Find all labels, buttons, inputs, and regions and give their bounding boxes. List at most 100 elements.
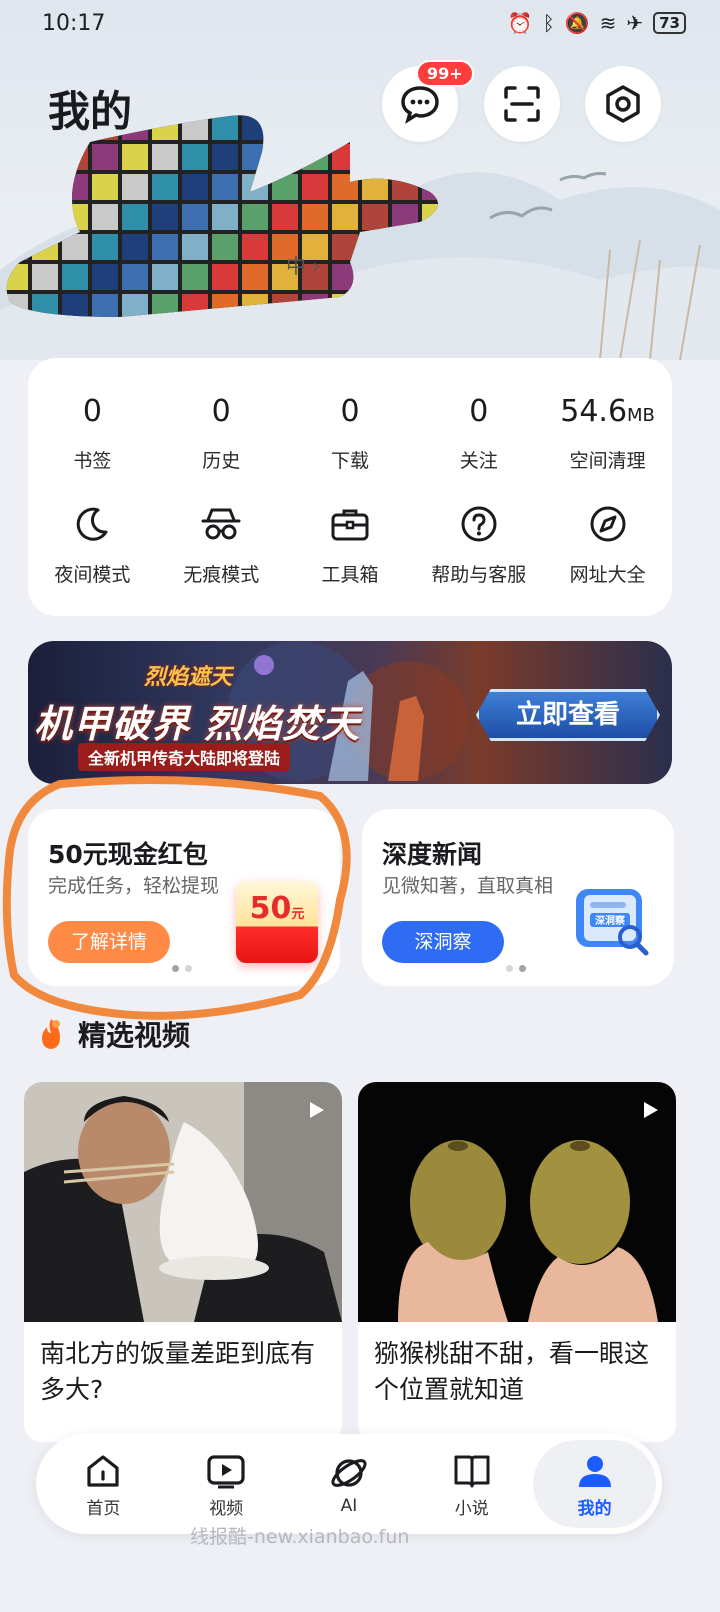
toolbox-icon: [331, 509, 369, 541]
mosaic-tile: [362, 294, 388, 317]
scan-icon: [504, 86, 540, 122]
mosaic-tile: [392, 264, 418, 290]
mosaic-tile: [182, 264, 208, 290]
video-card[interactable]: 南北方的饭量差距到底有多大?: [24, 1082, 342, 1442]
tab-label: 小说: [454, 1498, 489, 1519]
mosaic-tile: [92, 234, 118, 260]
mosaic-tile: [392, 234, 418, 260]
mosaic-tile: [62, 174, 88, 200]
mosaic-tile: [152, 294, 178, 317]
mosaic-tile: [362, 264, 388, 290]
tab-home[interactable]: 首页: [42, 1440, 165, 1528]
stat-label: 下载: [330, 450, 369, 472]
game-ad-banner[interactable]: 烈焰遮天 机甲破界 烈焰焚天 全新机甲传奇大陆即将登陆 立即查看: [28, 641, 672, 784]
mosaic-tile: [452, 114, 460, 140]
banner-subtitle: 全新机甲传奇大陆即将登陆: [78, 743, 291, 771]
airplane-icon: ✈: [626, 11, 644, 35]
svg-text:深洞察: 深洞察: [595, 914, 626, 927]
tool-incognito-mode[interactable]: 无痕模式: [157, 500, 286, 587]
mosaic-tile: [362, 174, 388, 200]
settings-button[interactable]: [585, 66, 661, 142]
mosaic-tile: [32, 174, 58, 200]
mosaic-tile: [122, 144, 148, 170]
mosaic-tile: [302, 174, 328, 200]
mosaic-tile: [272, 204, 298, 230]
mosaic-tile: [92, 204, 118, 230]
mosaic-tile: [212, 264, 238, 290]
mosaic-tile: [212, 115, 238, 140]
red-envelope-amount: 50元: [249, 891, 305, 926]
alarm-icon: ⏰: [507, 11, 533, 35]
stat-label: 关注: [459, 450, 498, 472]
deep-news-card[interactable]: 深度新闻 见微知著，直取真相 深洞察 深洞察: [362, 809, 674, 986]
mosaic-tile: [92, 144, 118, 170]
mosaic-tile: [122, 115, 148, 140]
mosaic-tile: [92, 264, 118, 290]
mosaic-tile: [62, 234, 88, 260]
mosaic-tile: [392, 115, 418, 140]
tool-toolbox[interactable]: 工具箱: [286, 500, 415, 587]
tab-novel[interactable]: 小说: [410, 1440, 533, 1528]
learn-more-button[interactable]: 了解详情: [48, 921, 170, 963]
mosaic-tile: [332, 144, 358, 170]
home-icon: [87, 1454, 119, 1487]
mosaic-tile: [152, 174, 178, 200]
mosaic-tile: [272, 174, 298, 200]
stat-label: 书签: [73, 450, 112, 472]
mosaic-tile: [242, 294, 268, 317]
mosaic-tile: [212, 144, 238, 170]
video-thumbnail: [24, 1082, 342, 1322]
mosaic-tile: [452, 204, 460, 230]
mosaic-tile: [182, 174, 208, 200]
mute-icon: 🔕: [564, 11, 590, 35]
stat-bookmarks[interactable]: 0 书签: [28, 392, 157, 473]
tab-video[interactable]: 视频: [165, 1440, 288, 1528]
flame-icon: [42, 1019, 60, 1049]
scan-button[interactable]: [484, 66, 560, 142]
tool-night-mode[interactable]: 夜间模式: [28, 500, 157, 587]
mosaic-tile: [62, 144, 88, 170]
mosaic-tile: [452, 144, 460, 170]
book-icon: [454, 1455, 490, 1487]
mosaic-tile: [272, 115, 298, 140]
stat-history[interactable]: 0 历史: [157, 392, 286, 473]
moon-icon: [77, 507, 108, 541]
cash-redpacket-card[interactable]: 50元现金红包 完成任务，轻松提现 了解详情 50元: [28, 809, 340, 986]
stat-storage-cleanup[interactable]: 54.6MB 空间清理: [543, 392, 672, 473]
banner-cta-button[interactable]: 立即查看: [476, 689, 660, 741]
profile-subtitle[interactable]: 中 ›: [286, 250, 320, 279]
tool-label: 无痕模式: [183, 564, 260, 586]
stat-following[interactable]: 0 关注: [414, 392, 543, 473]
mosaic-tile: [6, 234, 28, 260]
incognito-icon: [201, 508, 241, 540]
mosaic-tile: [242, 204, 268, 230]
tool-help-support[interactable]: 帮助与客服: [414, 500, 543, 587]
tab-profile[interactable]: 我的: [533, 1440, 656, 1528]
tool-label: 夜间模式: [54, 564, 131, 586]
mosaic-tile: [362, 234, 388, 260]
video-card[interactable]: 猕猴桃甜不甜，看一眼这个位置就知道: [358, 1082, 676, 1442]
stat-value: 0: [469, 394, 489, 429]
mosaic-tile: [32, 234, 58, 260]
bluetooth-icon: ᛒ: [542, 11, 555, 35]
tab-ai[interactable]: AI: [288, 1440, 411, 1528]
tool-web-directory[interactable]: 网址大全: [543, 500, 672, 587]
planet-icon: [331, 1459, 367, 1487]
stat-value: 0: [340, 394, 360, 429]
video-title: 南北方的饭量差距到底有多大?: [40, 1339, 316, 1404]
banner-game-logo: 烈焰遮天: [144, 665, 233, 690]
mosaic-tile: [92, 294, 118, 317]
mosaic-tile: [182, 144, 208, 170]
stat-downloads[interactable]: 0 下载: [286, 392, 415, 473]
mosaic-tile: [62, 204, 88, 230]
mosaic-tile: [452, 264, 460, 290]
mosaic-tile: [332, 234, 358, 260]
promo-subtitle: 见微知著，直取真相: [382, 875, 554, 897]
mosaic-tile: [332, 115, 358, 140]
tool-label: 工具箱: [321, 564, 379, 586]
deep-insight-button[interactable]: 深洞察: [382, 921, 504, 963]
stat-label: 历史: [202, 450, 241, 472]
stat-value: 0: [211, 394, 231, 429]
mosaic-tile: [32, 115, 58, 140]
tab-label: 视频: [209, 1498, 244, 1519]
